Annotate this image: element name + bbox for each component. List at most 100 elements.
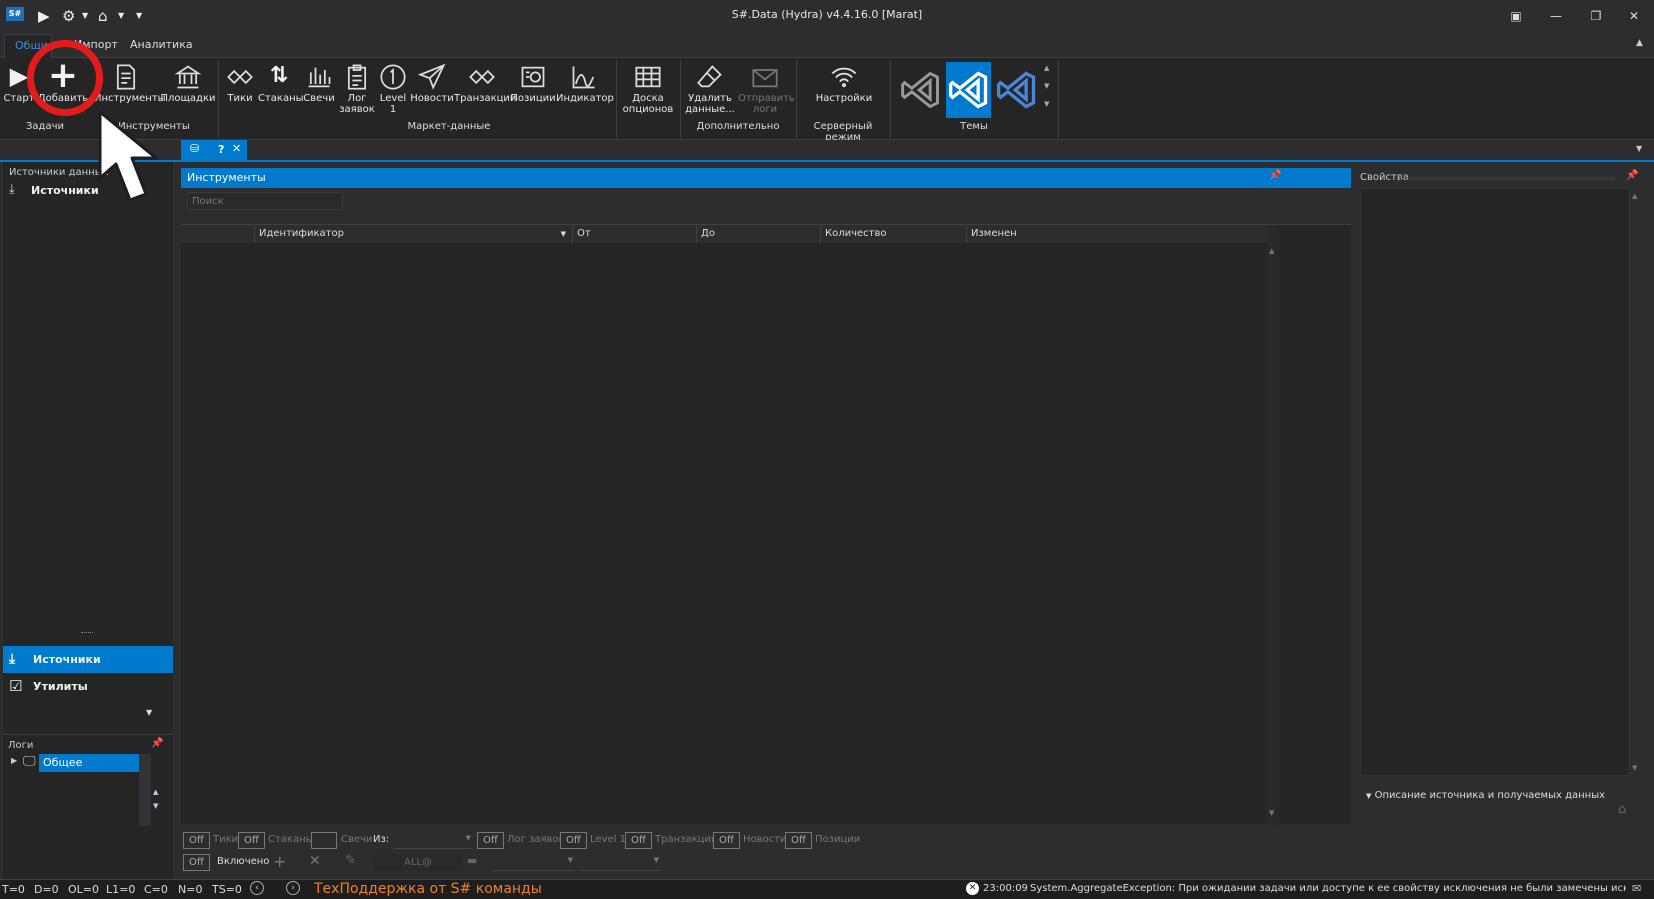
collapse-ribbon-icon[interactable]: ▲: [1636, 38, 1643, 48]
expand-icon[interactable]: ▶: [11, 756, 17, 765]
pin-icon[interactable]: 📌: [1626, 170, 1638, 181]
select-dropdown-1[interactable]: ▼: [493, 854, 575, 871]
column-header-identifier[interactable]: Идентификатор ▼: [255, 225, 573, 243]
column-header-from[interactable]: От: [573, 225, 697, 243]
edit-icon[interactable]: ✎: [345, 853, 356, 868]
column-header-count[interactable]: Количество: [821, 225, 967, 243]
news-toggle[interactable]: Off: [713, 832, 740, 849]
grid-scroll-up-icon[interactable]: ▲: [1269, 247, 1274, 255]
description-expander[interactable]: ▼ Описание источника и получаемых данных: [1366, 790, 1605, 801]
theme-scroll-up-icon[interactable]: ▲: [1044, 64, 1049, 72]
home-icon[interactable]: ⌂: [1618, 802, 1626, 817]
orderlog-toggle[interactable]: Off: [477, 832, 504, 849]
send-logs-button[interactable]: Отправить логи: [738, 61, 795, 123]
tab-menu-icon[interactable]: ▼: [1636, 144, 1642, 153]
monitor-icon: 🖵: [23, 754, 36, 769]
minimize-icon[interactable]: —: [1536, 4, 1576, 28]
logs-scroll-up-icon[interactable]: ▲: [153, 788, 158, 796]
search-input[interactable]: [187, 192, 343, 210]
grid-scroll-down-icon[interactable]: ▼: [1269, 809, 1274, 817]
delete-icon[interactable]: ✕: [309, 853, 321, 869]
pin-icon[interactable]: 📌: [151, 738, 163, 749]
chevron-down-icon: ▼: [1366, 792, 1372, 800]
candles-icon: [300, 61, 338, 91]
sources-panel-title: Источники данных: [9, 167, 109, 178]
enabled-toggle[interactable]: Off: [183, 854, 210, 871]
from-dropdown[interactable]: ▼: [393, 832, 473, 849]
filter-dropdown-icon[interactable]: ▼: [561, 225, 566, 243]
close-tab-icon[interactable]: ✕: [232, 142, 241, 155]
handshake-icon: [222, 61, 258, 91]
handshake-icon: [454, 61, 510, 91]
add-icon[interactable]: +: [273, 852, 286, 871]
tab-analytics[interactable]: Аналитика: [120, 34, 203, 58]
logs-tree-item[interactable]: ▶ 🖵 Общее: [7, 754, 139, 772]
books-toggle[interactable]: Off: [238, 832, 265, 849]
pin-icon[interactable]: 📌: [1269, 170, 1281, 181]
select-dropdown-2[interactable]: ▼: [579, 854, 661, 871]
chevron-down-icon: ▼: [567, 856, 573, 864]
grid-scrollbar[interactable]: [1267, 225, 1279, 825]
filter-input[interactable]: ALL@: [373, 854, 463, 871]
back-icon[interactable]: ‹: [250, 881, 264, 895]
forward-icon[interactable]: ›: [286, 881, 300, 895]
status-d: D=0: [34, 883, 59, 896]
theme-light-button[interactable]: [898, 62, 943, 118]
props-scroll-up-icon[interactable]: ▲: [1632, 192, 1637, 200]
props-scroll-down-icon[interactable]: ▼: [1632, 764, 1637, 772]
error-icon: ✕: [966, 882, 979, 895]
logs-scroll-down-icon[interactable]: ▼: [153, 802, 158, 810]
server-settings-button[interactable]: Настройки: [806, 61, 882, 123]
nav-sources[interactable]: ⤓ Источники: [3, 646, 173, 673]
restore-icon[interactable]: ❐: [1576, 4, 1616, 28]
theme-dark-button[interactable]: [994, 62, 1039, 118]
positions-toggle[interactable]: Off: [785, 832, 812, 849]
left-panel: Источники данных ⤓ Источники ⤓ Источники …: [3, 162, 173, 895]
theme-expand-icon[interactable]: ▼: [1044, 100, 1049, 108]
vs-logo-icon: [900, 71, 939, 109]
notification-icon[interactable]: ✉: [1632, 882, 1641, 895]
positions-button[interactable]: Позиции: [510, 61, 556, 123]
column-header-modified[interactable]: Изменен: [967, 225, 1267, 243]
column-header-blank[interactable]: [181, 225, 255, 243]
transactions-button[interactable]: Транзакции: [454, 61, 516, 123]
options-board-button[interactable]: Доска опционов: [620, 61, 676, 123]
candles-toggle[interactable]: [311, 832, 337, 849]
close-icon[interactable]: ✕: [1614, 4, 1654, 28]
candles-button[interactable]: Свечи: [300, 61, 338, 123]
positions-icon: [510, 61, 556, 91]
status-c: C=0: [144, 883, 168, 896]
transactions-toggle[interactable]: Off: [625, 832, 652, 849]
document-tab-bar: ⛁ ? ✕ ▼: [0, 140, 1654, 162]
delete-data-button[interactable]: Удалить данные...: [684, 61, 736, 123]
level1-toggle[interactable]: Off: [560, 832, 587, 849]
status-t: T=0: [2, 883, 25, 896]
ticks-button[interactable]: Тики: [222, 61, 258, 123]
clipboard-icon: [338, 61, 376, 91]
theme-blue-button[interactable]: [946, 62, 991, 118]
wifi-icon: [806, 61, 882, 91]
column-header-to[interactable]: До: [697, 225, 821, 243]
error-message[interactable]: System.AggregateException: При ожидании …: [1030, 883, 1626, 894]
orderlog-button[interactable]: Лог заявок: [338, 61, 376, 123]
books-button[interactable]: ⇅ Стаканы: [258, 61, 304, 123]
support-link[interactable]: ТехПоддержка от S# команды: [314, 881, 542, 897]
nav-utilities[interactable]: ☑ Утилиты: [3, 673, 173, 700]
help-icon[interactable]: ?: [218, 143, 224, 156]
nav-more-icon[interactable]: ▼: [146, 708, 152, 717]
instruments-panel-header: Инструменты: [181, 168, 1351, 188]
arrows-up-down-icon: ⇅: [269, 63, 289, 88]
theme-scroll-down-icon[interactable]: ▼: [1044, 82, 1049, 90]
news-button[interactable]: Новости: [410, 61, 454, 123]
layout-icon[interactable]: ▣: [1496, 4, 1536, 28]
chart-line-icon: [556, 61, 612, 91]
logs-scrollbar[interactable]: [139, 754, 151, 826]
ticks-toggle[interactable]: Off: [183, 832, 210, 849]
mail-icon: [738, 61, 792, 91]
indicator-button[interactable]: Индикатор: [556, 61, 614, 123]
download-icon: ⤓: [9, 182, 15, 197]
splitter-handle[interactable]: [81, 632, 93, 635]
folder-icon[interactable]: ▬: [467, 854, 477, 867]
level1-button[interactable]: Level 1: [376, 61, 410, 123]
table-icon: [620, 61, 676, 91]
